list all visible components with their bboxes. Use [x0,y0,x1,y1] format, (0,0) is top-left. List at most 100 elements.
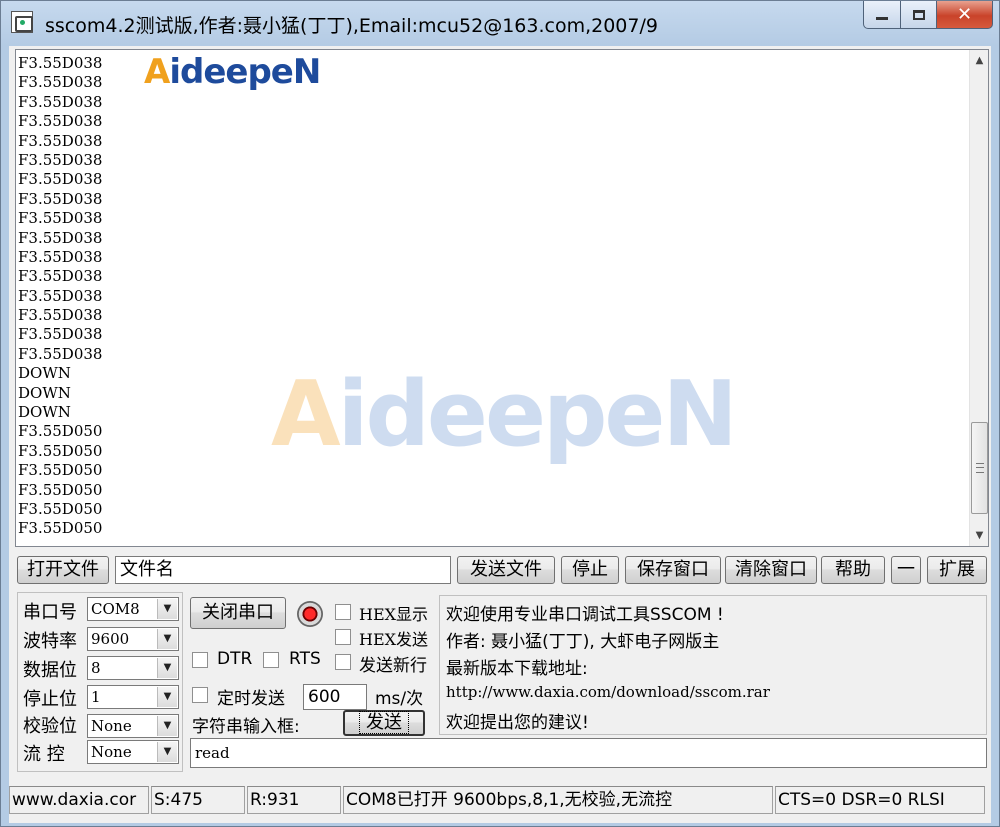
receive-line: F3.55D050 [18,480,103,499]
receive-line: F3.55D038 [18,286,103,305]
receive-line: F3.55D038 [18,228,103,247]
send-text-input[interactable]: read [190,738,987,768]
status-sent-count: S:475 [151,786,245,814]
save-window-button[interactable]: 保存窗口 [625,556,721,584]
receive-line: F3.55D038 [18,131,103,150]
send-button[interactable]: 发送 [343,710,425,736]
baud-label: 波特率 [23,631,77,652]
timed-send-label: 定时发送 [217,689,285,709]
minimize-icon [876,17,888,20]
send-file-button[interactable]: 发送文件 [457,556,555,584]
chevron-down-icon[interactable]: ▼ [157,599,177,619]
title-bar[interactable]: sscom4.2测试版,作者:聂小猛(丁丁),Email:mcu52@163.c… [1,1,999,45]
receive-line: F3.55D038 [18,54,103,72]
string-input-label: 字符串输入框: [192,717,300,737]
parity-select[interactable]: None ▼ [87,714,179,738]
app-icon[interactable] [11,11,33,33]
info-line-2: 作者: 聂小猛(丁丁), 大虾电子网版主 [446,632,720,652]
window-controls: ✕ [863,1,993,31]
chevron-down-icon[interactable]: ▼ [157,629,177,649]
baud-select[interactable]: 9600 ▼ [87,627,179,651]
receive-line: F3.55D038 [18,112,103,131]
info-panel: 欢迎使用专业串口调试工具SSCOM ! 作者: 聂小猛(丁丁), 大虾电子网版主… [439,595,987,735]
rts-label: RTS [289,649,321,669]
minimize-button[interactable] [863,1,901,29]
maximize-icon [912,9,925,20]
dtr-checkbox[interactable] [192,652,208,668]
receive-line: F3.55D038 [18,150,103,169]
port-select[interactable]: COM8 ▼ [87,597,179,621]
close-icon: ✕ [956,4,973,25]
download-link[interactable]: http://www.daxia.com/download/sscom.rar [446,683,770,701]
timed-send-checkbox[interactable] [192,687,208,703]
chevron-down-icon[interactable]: ▼ [157,658,177,678]
info-line-1: 欢迎使用专业串口调试工具SSCOM ! [446,605,724,625]
chevron-down-icon[interactable]: ▼ [157,742,177,762]
stop-bits-select[interactable]: 1 ▼ [87,685,179,709]
scroll-thumb[interactable] [971,422,988,514]
send-newline-checkbox[interactable] [335,654,351,670]
receive-line: F3.55D038 [18,247,103,266]
receive-line: F3.55D038 [18,306,103,325]
send-newline-label: 发送新行 [359,656,427,676]
receive-line: F3.55D050 [18,461,103,480]
grip-icon [976,463,984,473]
chevron-down-icon[interactable]: ▼ [157,687,177,707]
status-site: www.daxia.cor [9,786,149,814]
receive-lines: F3.55D038 F3.55D038 F3.55D038 F3.55D038 F3.5… [18,54,102,539]
help-button[interactable]: 帮助 [821,556,885,584]
info-line-3: 最新版本下载地址: [446,659,588,679]
close-button[interactable]: ✕ [937,1,993,29]
chevron-down-icon[interactable]: ▼ [157,716,177,736]
data-bits-label: 数据位 [23,660,77,681]
receive-line: DOWN [18,364,71,383]
receive-textarea[interactable]: F3.55D038 F3.55D038 F3.55D038 F3.55D038 F3.5… [15,49,989,547]
rts-checkbox[interactable] [263,652,279,668]
hex-display-label: HEX显示 [359,605,429,624]
data-bits-select[interactable]: 8 ▼ [87,656,179,680]
minus-button[interactable]: 一 [891,556,921,584]
parity-label: 校验位 [23,716,77,737]
scroll-up-icon[interactable]: ▲ [970,52,989,69]
receive-line: F3.55D050 [18,441,103,460]
port-status-led-icon [297,601,323,627]
receive-line: F3.55D038 [18,209,103,228]
window-title: sscom4.2测试版,作者:聂小猛(丁丁),Email:mcu52@163.c… [45,15,658,37]
open-file-button[interactable]: 打开文件 [17,556,109,584]
maximize-button[interactable] [901,1,937,29]
stop-bits-label: 停止位 [23,689,77,710]
receive-line: F3.55D050 [18,519,103,538]
hex-send-label: HEX发送 [359,630,429,649]
close-port-button[interactable]: 关闭串口 [190,597,286,629]
receive-scrollbar[interactable]: ▲ ▼ [969,50,988,546]
expand-button[interactable]: 扩展 [927,556,987,584]
receive-line: F3.55D050 [18,499,103,518]
scroll-down-icon[interactable]: ▼ [970,527,989,544]
flow-control-label: 流 控 [23,744,65,765]
client-area: F3.55D038 F3.55D038 F3.55D038 F3.55D038 F3.5… [9,46,991,823]
status-signals: CTS=0 DSR=0 RLSI [775,786,985,814]
status-received-count: R:931 [247,786,341,814]
watermark-logo-small: AideepeN [144,52,321,92]
receive-line: F3.55D038 [18,325,103,344]
receive-line: F3.55D050 [18,422,103,441]
status-port-state: COM8已打开 9600bps,8,1,无校验,无流控 [343,786,773,814]
receive-line: F3.55D038 [18,73,103,92]
stop-button[interactable]: 停止 [561,556,619,584]
receive-line: F3.55D038 [18,267,103,286]
interval-input[interactable]: 600 [303,684,367,710]
receive-line: DOWN [18,383,71,402]
info-line-5: 欢迎提出您的建议! [446,713,589,733]
receive-line: DOWN [18,403,71,422]
file-name-field[interactable]: 文件名 [115,556,451,584]
status-bar: www.daxia.cor S:475 R:931 COM8已打开 9600bp… [9,784,991,816]
clear-window-button[interactable]: 清除窗口 [725,556,817,584]
app-window: sscom4.2测试版,作者:聂小猛(丁丁),Email:mcu52@163.c… [0,0,1000,827]
receive-line: F3.55D038 [18,344,103,363]
watermark-logo-large: AideepeN [271,362,738,467]
port-label: 串口号 [23,602,77,623]
interval-unit-label: ms/次 [375,689,424,709]
hex-send-checkbox[interactable] [335,629,351,645]
hex-display-checkbox[interactable] [335,604,351,620]
flow-control-select[interactable]: None ▼ [87,740,179,764]
